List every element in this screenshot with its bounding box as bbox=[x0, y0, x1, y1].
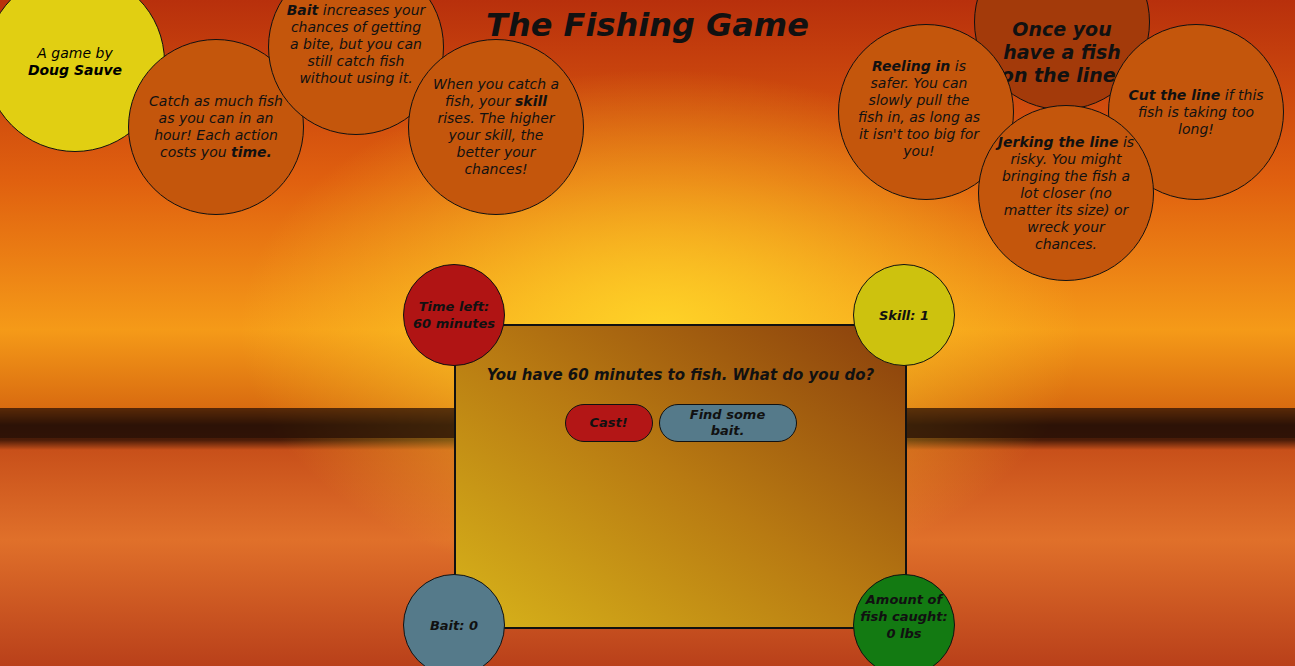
tip-text: When you catch a fish, your skill rises.… bbox=[425, 76, 567, 178]
time-left-text: Time left: 60 minutes bbox=[408, 298, 500, 332]
credit-label: A game by bbox=[28, 45, 122, 62]
credit-text: A game byDoug Sauve bbox=[28, 45, 122, 79]
credit-author: Doug Sauve bbox=[28, 62, 122, 79]
tip-segment: Jerking the line bbox=[998, 134, 1119, 150]
game-panel: You have 60 minutes to fish. What do you… bbox=[454, 324, 907, 629]
tip-text: Reeling in is safer. You can slowly pull… bbox=[855, 58, 983, 160]
skill-level-text: Skill: 1 bbox=[879, 307, 929, 324]
skill-level: Skill: 1 bbox=[853, 264, 955, 366]
tip-text: Bait increases your chances of getting a… bbox=[285, 2, 427, 87]
tip-text: Catch as much fish as you can in an hour… bbox=[145, 93, 287, 161]
tip-text: Cut the line if this fish is taking too … bbox=[1125, 87, 1267, 138]
tip-segment: skill bbox=[515, 93, 547, 109]
game-title: The Fishing Game bbox=[0, 6, 1295, 44]
bait-count: Bait: 0 bbox=[403, 574, 505, 666]
game-stage: A game byDoug Sauve Catch as much fish as… bbox=[0, 0, 1295, 666]
tip-segment: time. bbox=[231, 144, 272, 160]
tip-text: Jerking the line is risky. You might bri… bbox=[995, 134, 1137, 253]
tip-segment: Bait bbox=[287, 2, 319, 18]
fish-caught: Amount of fish caught: 0 lbs bbox=[853, 574, 955, 666]
time-left: Time left: 60 minutes bbox=[403, 264, 505, 366]
panel-message: You have 60 minutes to fish. What do you… bbox=[487, 366, 875, 384]
find-bait-button[interactable]: Find some bait. bbox=[659, 404, 797, 442]
cast-button[interactable]: Cast! bbox=[565, 404, 653, 442]
tip-segment: rises. The higher your skill, the better… bbox=[437, 110, 554, 177]
tip-circle: When you catch a fish, your skill rises.… bbox=[408, 39, 584, 215]
tip-text: Once you have a fish on the line: bbox=[991, 18, 1133, 87]
tip-segment: is risky. You might bringing the fish a … bbox=[1002, 134, 1134, 252]
tip-circle: Jerking the line is risky. You might bri… bbox=[978, 105, 1154, 281]
tip-segment: Once you have a fish on the line: bbox=[1001, 18, 1123, 86]
action-buttons: Cast!Find some bait. bbox=[565, 404, 797, 442]
tip-segment: Cut the line bbox=[1128, 87, 1220, 103]
tip-segment: Reeling in bbox=[872, 58, 950, 74]
bait-count-text: Bait: 0 bbox=[430, 617, 478, 634]
fish-caught-text: Amount of fish caught: 0 lbs bbox=[858, 591, 950, 642]
